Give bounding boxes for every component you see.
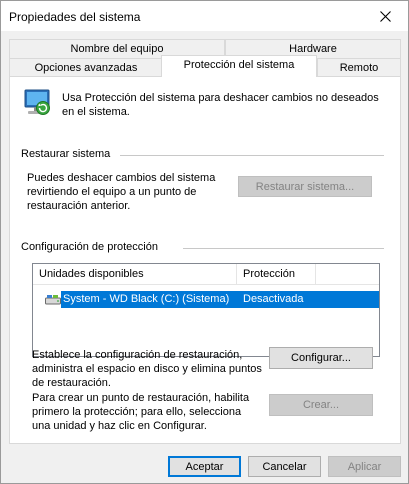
restore-description: Puedes deshacer cambios del sistema revi… <box>27 172 216 212</box>
window-title: Propiedades del sistema <box>9 10 141 24</box>
listview-header: Unidades disponibles Protección <box>33 264 379 285</box>
column-header-drives[interactable]: Unidades disponibles <box>39 268 144 280</box>
tab-remote[interactable]: Remoto <box>317 58 401 78</box>
tab-label: Hardware <box>289 43 337 55</box>
drives-listview[interactable]: Unidades disponibles Protección System -… <box>32 263 380 357</box>
apply-button[interactable]: Aplicar <box>328 456 401 477</box>
configure-button[interactable]: Configurar... <box>269 347 373 369</box>
restore-section-divider <box>120 155 384 156</box>
drive-protection-status: Desactivada <box>243 293 304 305</box>
accept-button[interactable]: Aceptar <box>168 456 241 477</box>
tab-label: Remoto <box>339 62 379 74</box>
column-header-protection[interactable]: Protección <box>243 268 295 280</box>
system-properties-window: Propiedades del sistema Nombre del equip… <box>0 0 409 484</box>
close-button[interactable] <box>362 1 408 31</box>
system-protection-icon <box>24 89 50 115</box>
cancel-button[interactable]: Cancelar <box>248 456 321 477</box>
intro-text: Usa Protección del sistema para deshacer… <box>62 92 379 118</box>
tab-label: Opciones avanzadas <box>34 62 138 74</box>
drive-name: System - WD Black (C:) (Sistema) <box>63 293 230 305</box>
create-description: Para crear un punto de restauración, hab… <box>32 392 250 432</box>
protection-section-title: Configuración de protección <box>21 241 158 253</box>
tab-system-protection[interactable]: Protección del sistema <box>161 55 317 77</box>
close-icon <box>379 10 391 22</box>
restore-system-button[interactable]: Restaurar sistema... <box>238 176 372 197</box>
tab-label: Protección del sistema <box>183 59 295 71</box>
hard-drive-icon <box>45 295 61 305</box>
tab-advanced-options[interactable]: Opciones avanzadas <box>9 58 163 78</box>
title-bar: Propiedades del sistema <box>1 1 408 31</box>
system-protection-panel: Usa Protección del sistema para deshacer… <box>9 76 401 444</box>
tab-label: Nombre del equipo <box>70 43 164 55</box>
column-separator[interactable] <box>236 264 237 285</box>
column-separator[interactable] <box>315 264 316 285</box>
protection-section-divider <box>183 248 384 249</box>
configure-description: Establece la configuración de restauraci… <box>32 349 262 389</box>
drive-row[interactable]: System - WD Black (C:) (Sistema) Desacti… <box>33 291 379 308</box>
restore-section-title: Restaurar sistema <box>21 148 111 160</box>
create-button[interactable]: Crear... <box>269 394 373 416</box>
